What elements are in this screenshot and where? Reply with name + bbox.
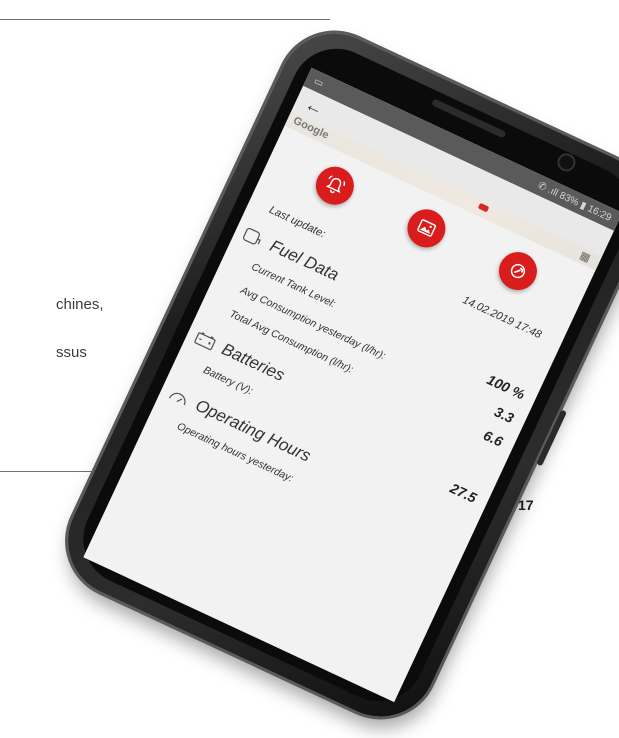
smartphone: ▭ ✆ .ıll 83% ▮ 16:29 ← Google ▦ Last upd… xyxy=(49,15,619,735)
map-grid-icon[interactable]: ▦ xyxy=(578,249,593,264)
alarm-bell-button[interactable] xyxy=(309,160,360,211)
wrench-settings-icon xyxy=(510,263,525,279)
row-value: 6.6 xyxy=(481,426,506,450)
status-left: ▭ xyxy=(312,75,326,90)
alarm-bell-icon xyxy=(325,175,345,194)
phone-photo: ▭ ✆ .ıll 83% ▮ 16:29 ← Google ▦ Last upd… xyxy=(0,0,619,735)
fuel-tank-icon xyxy=(242,227,261,245)
back-arrow-icon[interactable]: ← xyxy=(302,93,327,120)
battery-icon xyxy=(194,332,216,351)
image-button[interactable] xyxy=(400,202,452,254)
wrench-settings-button[interactable] xyxy=(492,245,543,297)
side-button xyxy=(536,409,567,467)
row-value xyxy=(448,548,453,559)
image-icon xyxy=(416,218,436,237)
row-value: 3.3 xyxy=(492,403,517,427)
map-marker-icon[interactable] xyxy=(477,202,490,213)
gauge-icon xyxy=(168,392,186,406)
